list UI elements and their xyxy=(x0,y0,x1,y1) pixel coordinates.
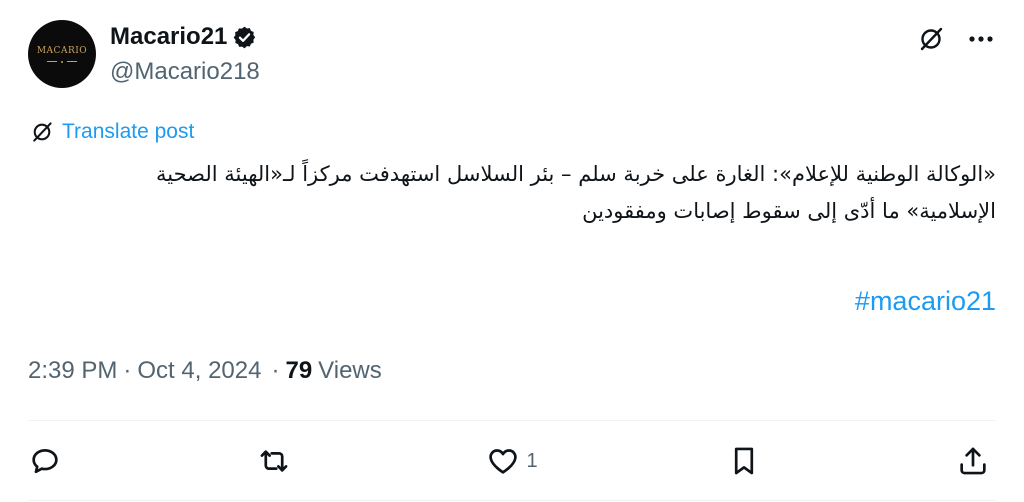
verified-badge-icon xyxy=(234,26,256,48)
post-meta: 2:39 PM · Oct 4, 2024 · 79 Views xyxy=(28,357,382,385)
views-separator: · xyxy=(271,357,280,384)
divider-bottom xyxy=(28,500,996,501)
grok-translate-icon xyxy=(33,122,52,142)
avatar[interactable]: MACARIO xyxy=(28,20,96,88)
divider-top xyxy=(28,420,996,421)
repost-button[interactable] xyxy=(257,444,297,478)
views-label: Views xyxy=(318,357,382,384)
avatar-logo-rule xyxy=(47,60,77,63)
post-time[interactable]: 2:39 PM xyxy=(28,357,117,385)
reply-icon xyxy=(32,449,58,474)
bookmark-icon xyxy=(734,447,753,475)
translate-post-label: Translate post xyxy=(62,120,195,143)
author-handle[interactable]: @Macario218 xyxy=(110,58,260,86)
meta-separator: · xyxy=(123,357,132,384)
share-icon xyxy=(960,447,986,475)
top-actions xyxy=(916,24,996,54)
share-button[interactable] xyxy=(956,444,996,478)
avatar-logo-text: MACARIO xyxy=(36,45,88,56)
heart-icon xyxy=(489,449,518,474)
post-text: «الوكالة الوطنية للإعلام»: الغارة على خر… xyxy=(156,162,996,223)
like-count: 1 xyxy=(526,449,538,472)
grok-icon[interactable] xyxy=(916,24,946,54)
post-date[interactable]: Oct 4, 2024 xyxy=(137,357,261,385)
author-name-row[interactable]: Macario21 xyxy=(110,23,257,51)
repost-icon xyxy=(260,450,288,472)
bookmark-button[interactable] xyxy=(727,444,767,478)
action-bar: 1 xyxy=(28,436,996,486)
hashtag-link[interactable]: #macario21 xyxy=(855,286,996,317)
views-count[interactable]: 79 xyxy=(285,357,312,385)
translate-post-link[interactable]: Translate post xyxy=(30,120,194,144)
like-button[interactable]: 1 xyxy=(486,444,538,478)
reply-button[interactable] xyxy=(28,444,68,478)
author-display-name[interactable]: Macario21 xyxy=(110,23,227,51)
more-icon[interactable] xyxy=(966,24,996,54)
